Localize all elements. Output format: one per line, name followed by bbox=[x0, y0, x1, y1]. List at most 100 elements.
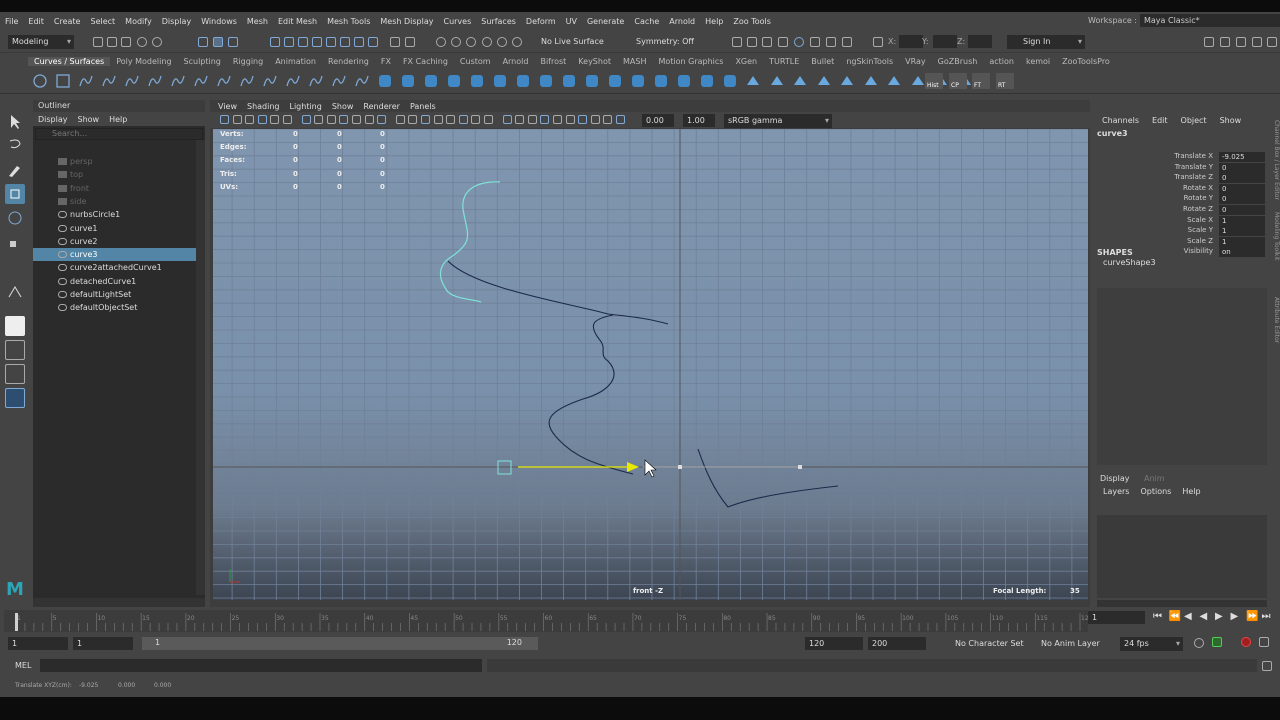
range-bar[interactable]: 1 120 bbox=[142, 637, 538, 650]
duplicate-icon[interactable] bbox=[839, 73, 855, 89]
gamma-field[interactable]: 1.00 bbox=[683, 114, 715, 127]
viewport-menu-shading[interactable]: Shading bbox=[243, 102, 284, 111]
paint-select-icon[interactable] bbox=[5, 160, 25, 180]
loft-icon[interactable] bbox=[538, 73, 554, 89]
side-tab[interactable]: Channel Box / Layer Editor bbox=[1270, 120, 1280, 200]
attach-icon[interactable] bbox=[722, 73, 738, 89]
align-icon[interactable] bbox=[886, 73, 902, 89]
symmetry-dropdown[interactable]: Symmetry: Off bbox=[636, 37, 694, 46]
layer-menu-help[interactable]: Help bbox=[1182, 487, 1200, 496]
menu-generate[interactable]: Generate bbox=[582, 17, 629, 26]
viewport-tool-icon[interactable] bbox=[232, 115, 242, 124]
four-view-icon[interactable] bbox=[5, 340, 25, 360]
shelf-tab-arnold[interactable]: Arnold bbox=[497, 57, 535, 66]
viewport-tool-icon[interactable] bbox=[364, 115, 374, 124]
persp-outliner-icon[interactable] bbox=[5, 364, 25, 384]
mask-icon[interactable] bbox=[326, 37, 336, 47]
redo-icon[interactable] bbox=[152, 37, 162, 47]
torus-icon[interactable] bbox=[492, 73, 508, 89]
viewport-tool-icon[interactable] bbox=[421, 115, 430, 124]
side-tab[interactable]: Attribute Editor bbox=[1270, 297, 1280, 357]
side-tab[interactable]: Modeling Toolkit bbox=[1270, 212, 1280, 282]
outliner-item-top[interactable]: top bbox=[33, 168, 196, 181]
shelf-custom-1-icon[interactable]: CP bbox=[949, 73, 967, 89]
outliner-item-front[interactable]: front bbox=[33, 182, 196, 195]
stitch-icon[interactable] bbox=[910, 73, 926, 89]
render-settings-icon[interactable] bbox=[778, 37, 788, 47]
outliner-item-curve1[interactable]: curve1 bbox=[33, 222, 196, 235]
offset-icon[interactable] bbox=[863, 73, 879, 89]
shelf-tab-fx[interactable]: FX bbox=[375, 57, 397, 66]
channel-scale-x[interactable]: Scale X 1 bbox=[1092, 215, 1269, 226]
shape-node-name[interactable]: curveShape3 bbox=[1103, 258, 1156, 267]
viewport-tool-icon[interactable] bbox=[553, 115, 562, 124]
hypershade-icon[interactable] bbox=[794, 37, 804, 47]
curve-tool-icon[interactable] bbox=[239, 73, 255, 89]
shelf-tab-ngskintools[interactable]: ngSkinTools bbox=[840, 57, 899, 66]
viewport-tool-icon[interactable] bbox=[352, 115, 361, 124]
colorspace-dropdown[interactable]: sRGB gamma ▾ bbox=[724, 114, 832, 128]
workspace-dropdown[interactable]: Maya Classic* bbox=[1140, 14, 1280, 27]
sign-in-dropdown[interactable]: Sign In ▾ bbox=[1007, 35, 1085, 49]
channel-value[interactable]: 1 bbox=[1219, 215, 1265, 226]
panel-layout-icon[interactable] bbox=[1252, 37, 1262, 47]
live-surface-label[interactable]: No Live Surface bbox=[541, 37, 604, 46]
channel-translate-y[interactable]: Translate Y 0 bbox=[1092, 162, 1269, 173]
mask-icon[interactable] bbox=[270, 37, 280, 47]
menu-mesh-display[interactable]: Mesh Display bbox=[375, 17, 438, 26]
move-tool-icon[interactable] bbox=[5, 184, 25, 204]
menu-curves[interactable]: Curves bbox=[438, 17, 476, 26]
viewport-tool-icon[interactable] bbox=[446, 115, 456, 124]
cylinder-icon[interactable] bbox=[423, 73, 439, 89]
shelf-tab-action[interactable]: action bbox=[983, 57, 1020, 66]
channel-scale-y[interactable]: Scale Y 1 bbox=[1092, 226, 1269, 237]
shelf-custom-3-icon[interactable]: RT bbox=[996, 73, 1014, 89]
viewport-tool-icon[interactable] bbox=[283, 115, 292, 124]
viewport-tool-icon[interactable] bbox=[301, 115, 311, 124]
menu-edit-mesh[interactable]: Edit Mesh bbox=[273, 17, 322, 26]
mask-icon[interactable] bbox=[354, 37, 364, 47]
viewport-tool-icon[interactable] bbox=[484, 115, 493, 124]
menu-display[interactable]: Display bbox=[157, 17, 197, 26]
mask-icon[interactable] bbox=[298, 37, 308, 47]
curve-tool-icon[interactable] bbox=[354, 73, 370, 89]
play-backward-icon[interactable]: ◀ bbox=[1200, 611, 1208, 622]
outliner-item-defaultObjectSet[interactable]: defaultObjectSet bbox=[33, 301, 196, 314]
record-icon[interactable] bbox=[1241, 637, 1251, 647]
arc-icon[interactable] bbox=[193, 73, 209, 89]
go-to-end-icon[interactable]: ⏭ bbox=[1262, 611, 1271, 622]
channel-rotate-y[interactable]: Rotate Y 0 bbox=[1092, 194, 1269, 205]
panel-layout-icon[interactable] bbox=[1204, 37, 1214, 47]
menu-windows[interactable]: Windows bbox=[196, 17, 242, 26]
menu-modify[interactable]: Modify bbox=[120, 17, 157, 26]
channel-value[interactable]: 0 bbox=[1219, 183, 1265, 194]
channel-value[interactable]: 1 bbox=[1219, 236, 1265, 247]
bevel-icon[interactable] bbox=[630, 73, 646, 89]
shelf-tab-motion-graphics[interactable]: Motion Graphics bbox=[652, 57, 729, 66]
step-forward-key-icon[interactable]: ⏩ bbox=[1246, 611, 1258, 622]
step-forward-frame-icon[interactable]: ▶ bbox=[1231, 611, 1239, 622]
viewport-tool-icon[interactable] bbox=[220, 115, 229, 124]
outliner-item-side[interactable]: side bbox=[33, 195, 196, 208]
bezier-icon[interactable] bbox=[147, 73, 163, 89]
menu-set-dropdown[interactable]: Modeling ▾ bbox=[8, 35, 74, 49]
curve-tool-icon[interactable] bbox=[331, 73, 347, 89]
channel-value[interactable]: 0 bbox=[1219, 205, 1265, 215]
layer-tab-display[interactable]: Display bbox=[1100, 474, 1130, 483]
circle-icon[interactable] bbox=[32, 73, 48, 89]
panel-layout-icon[interactable] bbox=[1267, 37, 1277, 47]
cube-icon[interactable] bbox=[400, 73, 416, 89]
outliner-item-persp[interactable]: persp bbox=[33, 155, 196, 168]
channel-box-menu-edit[interactable]: Edit bbox=[1152, 116, 1168, 125]
script-editor-icon[interactable] bbox=[1262, 661, 1272, 671]
shelf-tab-bullet[interactable]: Bullet bbox=[805, 57, 840, 66]
shelf-tab-fx-caching[interactable]: FX Caching bbox=[397, 57, 454, 66]
outliner-search-input[interactable]: Search... bbox=[35, 128, 203, 140]
channel-box-menu-channels[interactable]: Channels bbox=[1102, 116, 1139, 125]
anim-prefs-icon[interactable] bbox=[1259, 637, 1269, 647]
x-field[interactable] bbox=[899, 35, 923, 48]
timeline-ruler[interactable]: 1 5 10 15 20 25 30 35 40 45 50 55 60 65 70 75 80 85 90 95 10… bbox=[4, 607, 1094, 633]
viewport-menu-renderer[interactable]: Renderer bbox=[359, 102, 404, 111]
shelf-tab-bifrost[interactable]: Bifrost bbox=[534, 57, 572, 66]
layer-tab-anim[interactable]: Anim bbox=[1144, 474, 1165, 483]
